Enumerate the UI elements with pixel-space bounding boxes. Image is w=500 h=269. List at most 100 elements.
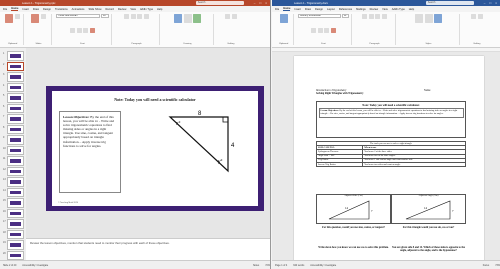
style-heading-icon[interactable] [434, 14, 442, 23]
layout-icon[interactable] [40, 14, 46, 19]
tab-slide-show[interactable]: Slide Show [88, 8, 101, 11]
tab-draw[interactable]: Draw [33, 8, 39, 11]
tab-help[interactable]: Help [409, 8, 414, 11]
tab-insert[interactable]: Insert [22, 8, 29, 11]
bullets-icon[interactable] [124, 14, 130, 19]
find-icon[interactable] [471, 14, 477, 19]
italic-icon[interactable] [317, 28, 323, 33]
slide-title[interactable]: Note: Today you will need a scientific c… [52, 97, 258, 102]
slide-thumbnail[interactable]: 7 [3, 114, 24, 124]
tab-view[interactable]: View [382, 8, 388, 11]
numbering-icon[interactable] [368, 14, 374, 19]
underline-icon[interactable] [324, 28, 330, 33]
underline-icon[interactable] [83, 28, 89, 33]
slide-thumbnail[interactable]: 19 [3, 240, 24, 250]
document-page[interactable]: Introduction to Trigonometry Solving Rig… [294, 56, 484, 260]
speaker-notes[interactable]: Review the lesson objectives, mention th… [26, 238, 270, 260]
quick-styles-icon[interactable] [193, 14, 201, 23]
tab-draw[interactable]: Draw [305, 8, 311, 11]
bold-icon[interactable] [311, 28, 317, 33]
new-slide-icon[interactable] [31, 14, 40, 23]
style-normal-icon[interactable] [415, 14, 423, 23]
tab-insert[interactable]: Insert [294, 8, 301, 11]
slide-thumbnail[interactable]: 17 [3, 219, 24, 229]
tab-layout[interactable]: Layout [327, 8, 335, 11]
numbering-icon[interactable] [130, 14, 136, 19]
focus-button[interactable]: Focus [483, 264, 490, 267]
tab-addin-type[interactable]: AddIn Type [140, 8, 153, 11]
tab-mailings[interactable]: Mailings [356, 8, 366, 11]
tab-file[interactable]: File [3, 8, 7, 11]
tab-transitions[interactable]: Transitions [55, 8, 68, 11]
slide-thumbnail[interactable]: 10 [3, 145, 24, 155]
slide-thumbnail[interactable]: 16 [3, 208, 24, 218]
current-slide[interactable]: Note: Today you will need a scientific c… [46, 86, 264, 211]
tab-view[interactable]: View [130, 8, 136, 11]
slide-thumbnail[interactable]: 20 [3, 250, 24, 260]
maximize-icon[interactable]: □ [489, 1, 491, 5]
arrange-icon[interactable] [183, 14, 192, 23]
tab-animations[interactable]: Animations [72, 8, 85, 11]
close-icon[interactable]: × [265, 1, 267, 5]
font-size-box[interactable]: 18 [101, 14, 109, 18]
slide-thumbnail[interactable]: 6 [3, 103, 24, 113]
font-name-box[interactable]: Times New Roman [56, 14, 100, 18]
tab-home[interactable]: Home [283, 7, 291, 11]
zoom-level[interactable]: 72% [265, 264, 270, 267]
minimize-icon[interactable]: – [254, 1, 256, 5]
slide-thumbnail[interactable]: 12 [3, 166, 24, 176]
notes-button[interactable]: Notes [253, 264, 259, 267]
bullets-icon[interactable] [362, 14, 368, 19]
word-count[interactable]: 944 words [293, 264, 304, 267]
slide-thumbnail[interactable]: 3 [3, 72, 24, 82]
slide-thumbnail[interactable]: 18 [3, 229, 24, 239]
tab-file[interactable]: File [275, 8, 279, 11]
objectives-textbox[interactable]: Lesson Objectives: By the end of this le… [59, 111, 121, 193]
cut-icon[interactable] [14, 14, 20, 19]
zoom-level[interactable]: 73% [495, 264, 500, 267]
slide-thumbnail[interactable]: 5 [3, 93, 24, 103]
tab-review[interactable]: Review [370, 8, 379, 11]
find-icon[interactable] [225, 14, 231, 19]
slide-thumbnail[interactable]: 13 [3, 177, 24, 187]
style-nospacing-icon[interactable] [424, 14, 433, 23]
accessibility-status[interactable]: Accessibility: Investigate [22, 264, 48, 267]
slide-thumbnail[interactable]: 1 [3, 51, 24, 61]
replace-icon[interactable] [477, 14, 483, 19]
tab-review[interactable]: Review [118, 8, 127, 11]
slide-thumbnail[interactable]: 9 [3, 135, 24, 145]
maximize-icon[interactable]: □ [259, 1, 261, 5]
tab-home[interactable]: Home [11, 7, 19, 11]
tab-design[interactable]: Design [43, 8, 51, 11]
align-left-icon[interactable] [375, 14, 381, 19]
tab-design[interactable]: Design [315, 8, 323, 11]
font-size-box[interactable]: 11 [342, 14, 349, 18]
tab-addin-type[interactable]: AddIn Type [392, 8, 405, 11]
align-center-icon[interactable] [381, 14, 387, 19]
slide-thumbnail[interactable]: 8 [3, 124, 24, 134]
triangle-diagram[interactable]: 8 4 x° y° [162, 109, 242, 179]
slide-thumbnail[interactable]: 2 [3, 61, 24, 71]
close-icon[interactable]: × [495, 1, 497, 5]
search-box[interactable]: Search [425, 1, 474, 5]
shapes-icon[interactable] [174, 14, 182, 23]
font-color-icon[interactable] [330, 28, 336, 33]
accessibility-status[interactable]: Accessibility: Investigate [310, 264, 336, 267]
align-left-icon[interactable] [137, 14, 143, 19]
paste-icon[interactable] [279, 14, 288, 23]
search-box[interactable]: Search [195, 1, 244, 5]
font-color-icon[interactable] [89, 28, 95, 33]
bold-icon[interactable] [70, 28, 76, 33]
italic-icon[interactable] [76, 28, 82, 33]
slide-thumbnail[interactable]: 4 [3, 82, 24, 92]
font-name-box[interactable]: Century Schoolbook [298, 14, 341, 18]
replace-icon[interactable] [231, 14, 237, 19]
slide-thumbnail[interactable]: 11 [3, 156, 24, 166]
align-center-icon[interactable] [143, 14, 149, 19]
slide-thumbnail[interactable]: 14 [3, 187, 24, 197]
tab-record[interactable]: Record [105, 8, 113, 11]
paste-icon[interactable] [5, 14, 14, 23]
tab-help[interactable]: Help [157, 8, 162, 11]
minimize-icon[interactable]: – [484, 1, 486, 5]
tab-references[interactable]: References [339, 8, 352, 11]
